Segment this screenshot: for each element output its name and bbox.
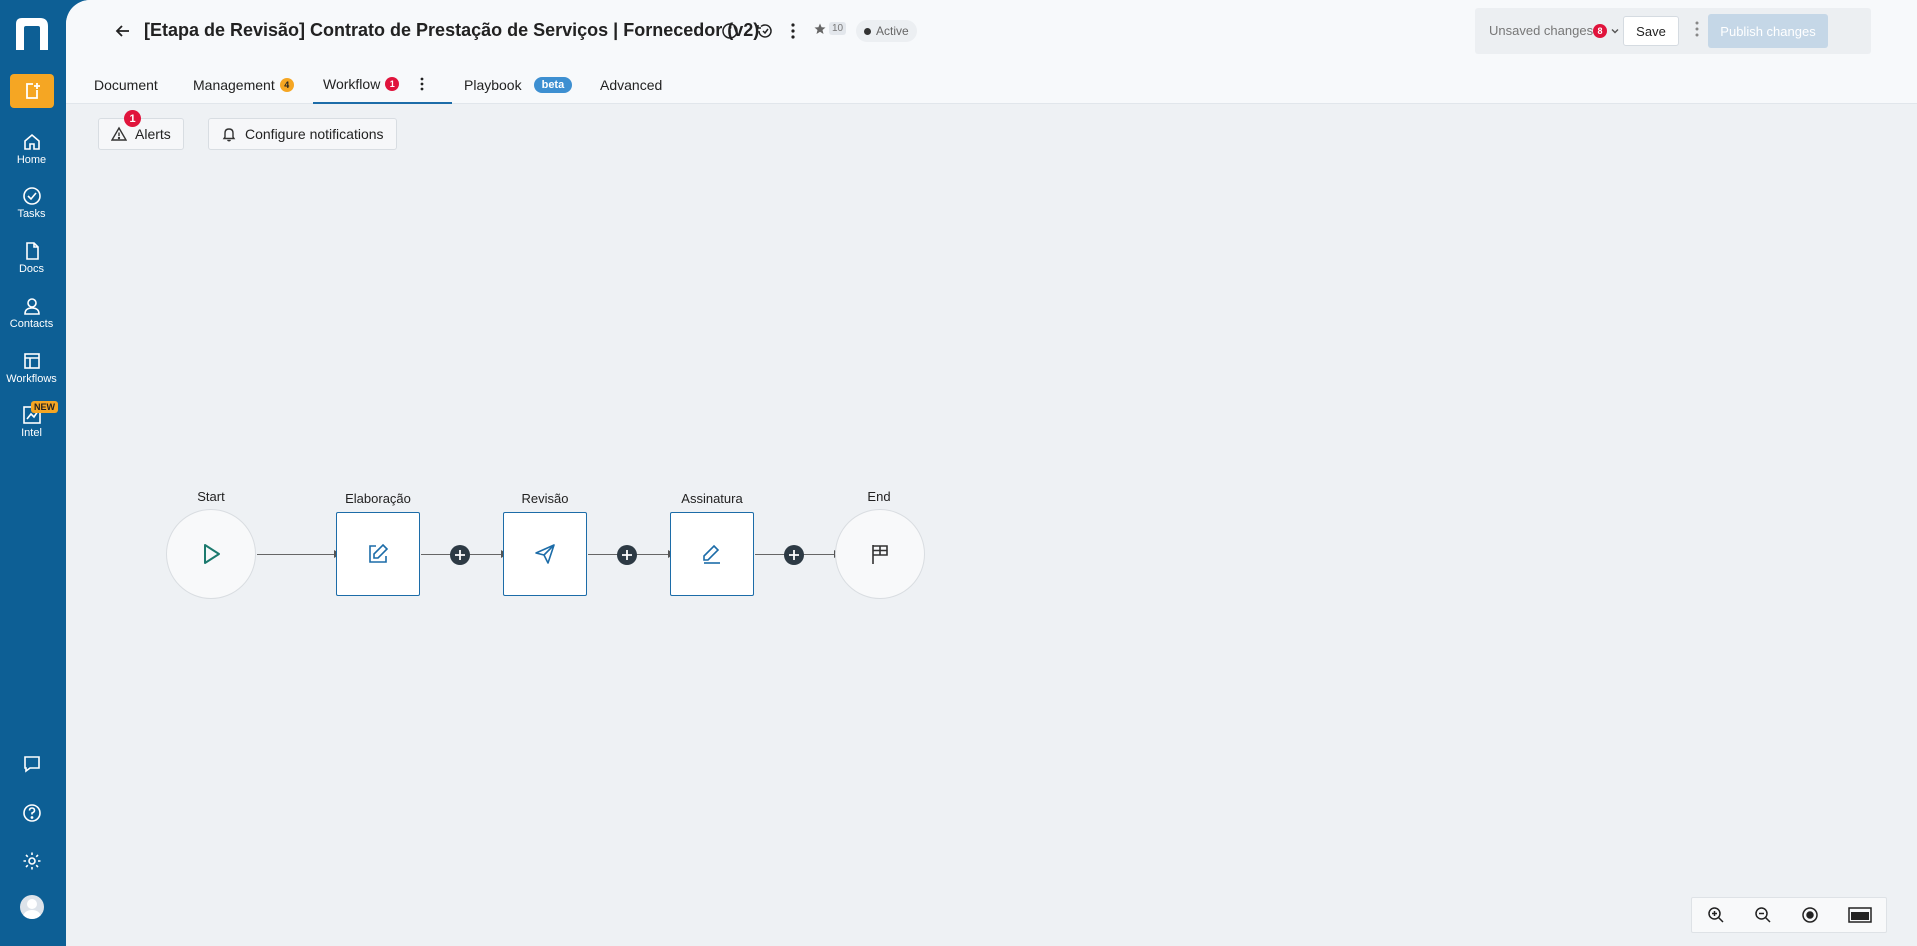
node-label-end: End <box>867 489 891 504</box>
status-dot <box>864 27 871 35</box>
home-icon <box>23 133 40 150</box>
page-title: [Etapa de Revisão] Contrato de Prestação… <box>144 20 760 40</box>
status-badge: Active <box>856 20 917 42</box>
sidebar-item-docs[interactable]: Docs <box>0 241 63 275</box>
recenter-icon[interactable] <box>1801 906 1819 924</box>
node-label-revisao: Revisão <box>521 491 569 506</box>
add-document-icon <box>26 83 40 99</box>
chevron-down-icon <box>1611 29 1619 34</box>
sign-icon <box>703 544 720 564</box>
new-badge: NEW <box>31 401 58 413</box>
sidebar-item-label: Docs <box>18 263 45 275</box>
publish-changes-button[interactable]: Publish changes <box>1708 14 1828 48</box>
workflow-step-assinatura[interactable] <box>670 512 754 596</box>
alerts-count-badge: 1 <box>124 110 141 127</box>
plus-icon <box>789 550 799 560</box>
beta-badge: beta <box>533 77 573 93</box>
tab-label: Management <box>193 77 275 93</box>
workflow-end-node[interactable] <box>835 509 925 599</box>
tab-workflow[interactable]: Workflow 1 <box>313 66 452 104</box>
star-count: 10 <box>829 22 847 35</box>
edit-icon <box>369 543 389 563</box>
unsaved-count-badge: 8 <box>1593 24 1607 38</box>
bell-icon <box>222 128 236 142</box>
history-icon[interactable] <box>756 22 774 40</box>
add-step-button[interactable] <box>450 545 470 565</box>
star-icon <box>814 23 826 34</box>
send-icon <box>535 544 555 564</box>
app-logo[interactable] <box>12 16 52 52</box>
sidebar-item-contacts[interactable]: Contacts <box>0 296 63 330</box>
avatar <box>19 895 44 919</box>
add-step-button[interactable] <box>784 545 804 565</box>
tab-count-badge: 4 <box>279 78 294 92</box>
sidebar-item-intel[interactable]: NEW Intel <box>0 401 63 439</box>
save-button[interactable]: Save <box>1623 16 1679 46</box>
zoom-in-icon[interactable] <box>1707 906 1725 924</box>
star-rating[interactable]: 10 <box>814 22 847 35</box>
user-avatar-button[interactable] <box>0 895 63 919</box>
add-step-button[interactable] <box>617 545 637 565</box>
status-label: Active <box>876 24 909 38</box>
info-icon[interactable] <box>721 22 739 40</box>
node-label-start: Start <box>197 489 225 504</box>
user-icon <box>23 298 40 315</box>
sidebar-item-label: Tasks <box>17 208 46 220</box>
tab-playbook[interactable]: Playbook beta <box>464 66 573 104</box>
action-panel: Unsaved changes 8 Save Publish changes <box>1475 8 1871 54</box>
workflow-step-revisao[interactable] <box>503 512 587 596</box>
main-content: [Etapa de Revisão] Contrato de Prestação… <box>66 0 1917 946</box>
flag-icon <box>872 545 888 564</box>
header: [Etapa de Revisão] Contrato de Prestação… <box>66 0 1917 104</box>
notifications-label: Configure notifications <box>245 126 384 142</box>
connector-line <box>257 554 337 555</box>
tab-count-badge: 1 <box>385 77 400 91</box>
node-label-elaboracao: Elaboração <box>345 491 411 506</box>
plus-icon <box>622 550 632 560</box>
sidebar: Home Tasks Docs Contacts Workflows NEW I… <box>0 0 66 946</box>
help-icon <box>22 804 41 822</box>
workflow-step-elaboracao[interactable] <box>336 512 420 596</box>
minimap-icon[interactable] <box>1847 906 1872 924</box>
unsaved-changes-label: Unsaved changes <box>1489 23 1594 38</box>
chat-icon <box>23 756 40 773</box>
tab-advanced[interactable]: Advanced <box>600 66 662 104</box>
sidebar-item-label: Home <box>16 154 47 166</box>
document-icon <box>25 242 39 260</box>
more-vertical-icon[interactable] <box>788 22 798 40</box>
play-icon <box>204 544 220 564</box>
sidebar-item-label: Contacts <box>9 318 54 330</box>
sidebar-item-home[interactable]: Home <box>0 132 63 166</box>
back-arrow-icon[interactable] <box>114 22 132 40</box>
chat-button[interactable] <box>0 754 63 774</box>
sidebar-item-label: Workflows <box>6 373 57 385</box>
warning-icon <box>111 126 127 141</box>
tab-document[interactable]: Document <box>94 66 158 104</box>
settings-button[interactable] <box>0 851 63 871</box>
more-vertical-icon[interactable] <box>419 76 425 92</box>
alerts-button[interactable]: 1 Alerts <box>98 110 184 150</box>
tab-label: Document <box>94 77 158 93</box>
sidebar-item-label: Intel <box>21 427 42 439</box>
configure-notifications-button[interactable]: Configure notifications <box>208 118 397 150</box>
node-label-assinatura: Assinatura <box>681 491 743 506</box>
tab-label: Playbook <box>464 77 522 93</box>
tab-label: Advanced <box>600 77 663 93</box>
unsaved-changes-dropdown[interactable]: 8 <box>1593 24 1620 38</box>
workflow-start-node[interactable] <box>166 509 256 599</box>
help-button[interactable] <box>0 803 63 823</box>
workflow-icon <box>23 353 40 369</box>
tab-label: Workflow <box>323 76 381 92</box>
sidebar-item-tasks[interactable]: Tasks <box>0 186 63 220</box>
zoom-out-icon[interactable] <box>1754 906 1772 924</box>
create-button[interactable] <box>10 74 54 108</box>
zoom-controls <box>1691 897 1887 933</box>
check-circle-icon <box>22 187 41 205</box>
plus-icon <box>455 550 465 560</box>
sidebar-item-workflows[interactable]: Workflows <box>0 351 63 385</box>
tab-management[interactable]: Management 4 <box>193 66 294 104</box>
gear-icon <box>23 852 40 870</box>
more-vertical-icon[interactable] <box>1693 20 1701 38</box>
alerts-label: Alerts <box>135 126 171 142</box>
